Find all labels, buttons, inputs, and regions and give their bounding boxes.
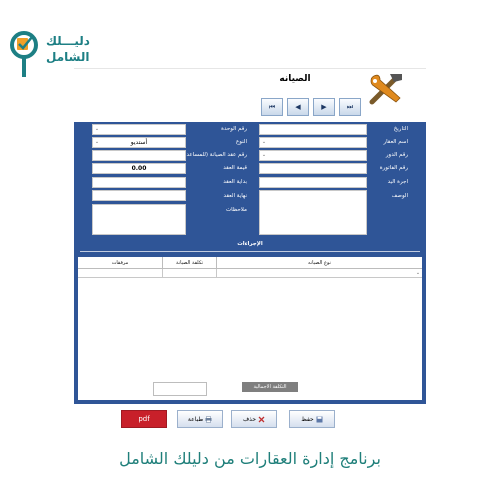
last-icon: ⏭ <box>346 102 354 111</box>
table-header: مرفقات تكلفة الصيانة نوع الصيانه <box>78 257 422 269</box>
contract-value-field[interactable]: 0.00 <box>92 163 186 174</box>
contract-start-field[interactable] <box>92 177 186 188</box>
label-description: الوصف <box>391 193 408 199</box>
print-label: طباعة <box>187 415 204 423</box>
label-notes: ملاحظات <box>226 207 247 213</box>
next-record-button[interactable]: ▶ <box>313 98 335 116</box>
last-record-button[interactable]: ⏭ <box>339 98 361 116</box>
next-icon: ▶ <box>321 103 327 111</box>
label-labor-fee: اجرة اليد <box>387 179 408 185</box>
chevron-down-icon[interactable]: ⌄ <box>260 151 268 160</box>
floor-number-select[interactable] <box>259 150 367 161</box>
previous-record-button[interactable]: ◀ <box>287 98 309 116</box>
header-divider <box>74 68 426 69</box>
printer-icon <box>205 415 212 423</box>
label-invoice-number: رقم الفاتورة <box>379 165 408 171</box>
label-date: التاريخ <box>393 126 408 132</box>
total-cost-label: التكلفة الاجمالية <box>242 382 298 392</box>
brand-name-line1: دليـــلك <box>46 34 90 48</box>
actions-divider <box>80 251 420 252</box>
date-field[interactable] <box>259 124 367 135</box>
notes-textarea[interactable] <box>92 204 186 235</box>
label-property-name: اسم العقار <box>383 139 408 145</box>
maintenance-form-panel: التاريخ اسم العقار رقم الدور رقم الفاتور… <box>74 122 426 257</box>
save-label: حفظ <box>301 415 314 423</box>
magnifier-check-icon <box>10 31 38 77</box>
total-cost-field[interactable] <box>153 382 207 396</box>
label-unit-number: رقم الوحدة <box>221 126 247 132</box>
first-icon: ⏮ <box>268 102 276 111</box>
column-maintenance-type: نوع الصيانه <box>216 257 422 268</box>
actions-table: مرفقات تكلفة الصيانة نوع الصيانه ⌄ التكل… <box>74 257 426 404</box>
footer-title: برنامج إدارة العقارات من دليلك الشامل <box>119 449 381 468</box>
property-name-select[interactable] <box>259 137 367 148</box>
label-type: النوع <box>236 139 247 145</box>
brand-logo: دليـــلك الشامل <box>8 28 94 84</box>
chevron-down-icon[interactable]: ⌄ <box>260 138 268 147</box>
type-select[interactable]: أستديو <box>92 137 186 148</box>
chevron-down-icon[interactable]: ⌄ <box>93 138 101 147</box>
invoice-number-field[interactable] <box>259 163 367 174</box>
label-contract-end: نهاية العقد <box>223 193 248 199</box>
form-title: الصيانه <box>279 74 311 84</box>
contract-end-field[interactable] <box>92 190 186 201</box>
unit-number-select[interactable] <box>92 124 186 135</box>
save-icon <box>316 416 323 422</box>
description-textarea[interactable] <box>259 190 367 235</box>
label-contract-number: رقم عقد الصيانة (للمساعد) <box>184 152 247 158</box>
previous-icon: ◀ <box>295 103 301 111</box>
pdf-label: pdf <box>138 415 150 423</box>
labor-fee-field[interactable] <box>259 177 367 188</box>
delete-label: حذف <box>242 415 257 423</box>
print-button[interactable]: طباعة <box>177 410 223 428</box>
column-maintenance-cost: تكلفة الصيانة <box>162 257 216 268</box>
label-floor-number: رقم الدور <box>385 152 408 158</box>
chevron-down-icon[interactable]: ⌄ <box>414 269 422 278</box>
save-button[interactable]: حفظ <box>289 410 335 428</box>
maintenance-contract-number-field[interactable] <box>92 150 186 161</box>
cell-divider <box>216 269 217 278</box>
column-attachments: مرفقات <box>111 260 129 266</box>
table-row[interactable]: ⌄ <box>78 269 422 278</box>
actions-section-title: الإجراءات <box>237 241 263 247</box>
brand-name-line2: الشامل <box>46 50 90 64</box>
delete-icon <box>258 416 265 422</box>
chevron-down-icon[interactable]: ⌄ <box>93 125 101 134</box>
pdf-button[interactable]: pdf <box>121 410 167 428</box>
first-record-button[interactable]: ⏮ <box>261 98 283 116</box>
label-contract-value: قيمة العقد <box>223 165 247 171</box>
tools-icon <box>366 70 406 106</box>
cell-divider <box>162 269 163 278</box>
label-contract-start: بداية العقد <box>223 179 247 185</box>
delete-button[interactable]: حذف <box>231 410 277 428</box>
